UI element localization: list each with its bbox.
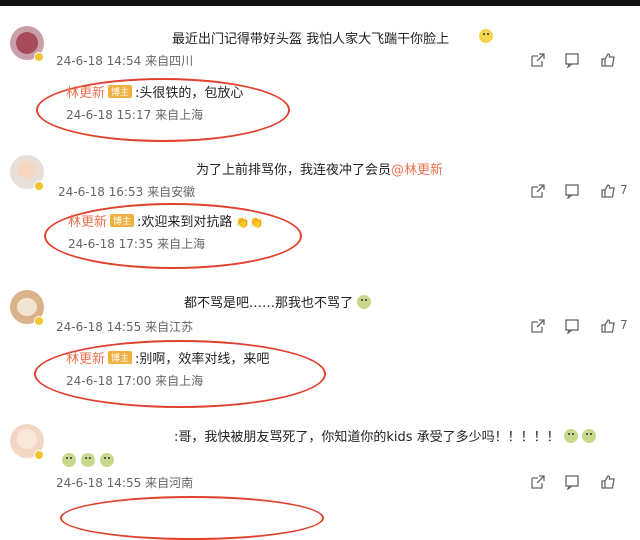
comment-text: 为了上前排骂你，我连夜冲了会员@林更新: [196, 163, 444, 178]
comment-actions: 7: [530, 318, 640, 338]
comment-location: 来自河南: [145, 476, 194, 490]
reply-meta: 24-6-18 17:35 来自上海: [68, 235, 263, 252]
sick-emoji-icon: [357, 295, 372, 309]
comment-item: :哥，我快被朋友骂死了，你知道你的kids 承受了多少吗！！！！！ 24-6-1…: [0, 414, 640, 540]
like-icon[interactable]: [600, 318, 616, 334]
reply-time: 24-6-18 17:35: [68, 237, 154, 251]
like-icon[interactable]: [600, 474, 616, 490]
sick-emoji-icon: [581, 429, 596, 443]
comment-actions: 7: [530, 183, 640, 203]
like-icon[interactable]: [600, 52, 616, 68]
author-tag: 博主: [108, 351, 133, 364]
mention-link[interactable]: @林更新: [391, 163, 443, 178]
comment-item: 最近出门记得带好头盔 我怕人家大飞踹干你脸上 24-6-18 14:54 来自四…: [0, 18, 640, 142]
comment-meta: 24-6-18 14:55 来自江苏: [56, 318, 193, 335]
share-icon[interactable]: [530, 183, 546, 199]
comment-actions: [530, 52, 640, 72]
comment-icon[interactable]: [564, 474, 580, 491]
comment-time: 24-6-18 16:53: [58, 185, 144, 199]
reply-location: 来自上海: [155, 374, 204, 388]
reply-author[interactable]: 林更新: [66, 352, 105, 367]
comment-meta: 24-6-18 14:54 来自四川: [56, 52, 193, 69]
reply-author[interactable]: 林更新: [66, 86, 105, 101]
verified-badge-icon: [34, 450, 44, 460]
reply-text: :别啊，效率对线，来吧: [135, 352, 270, 367]
reply-meta: 24-6-18 15:17 来自上海: [66, 106, 243, 123]
comment-icon[interactable]: [564, 52, 580, 69]
clap-emoji-icon: 👏👏: [232, 216, 264, 229]
comment-text: 最近出门记得带好头盔 我怕人家大飞踹干你脸上: [172, 32, 450, 47]
author-tag: 博主: [110, 214, 135, 227]
reply-time: 24-6-18 15:17: [66, 108, 152, 122]
sick-emoji-icon: [81, 453, 96, 467]
sick-emoji-icon: [100, 453, 115, 467]
share-icon[interactable]: [530, 318, 546, 334]
reply-text: :欢迎来到对抗路: [137, 215, 233, 230]
reply-location: 来自上海: [155, 108, 204, 122]
share-icon[interactable]: [530, 52, 546, 68]
comment-meta: 24-6-18 16:53 来自安徽: [58, 183, 195, 200]
comment-time: 24-6-18 14:54: [56, 54, 142, 68]
comment-location: 来自安徽: [147, 185, 196, 199]
comment-item: 都不骂是吧……那我也不骂了 24-6-18 14:55 来自江苏 7 林更新 博主…: [0, 282, 640, 408]
like-count: 7: [620, 183, 628, 197]
emoji-row: [62, 450, 115, 469]
comment-location: 来自江苏: [145, 320, 194, 334]
verified-badge-icon: [34, 52, 44, 62]
comment-location: 来自四川: [145, 54, 194, 68]
reply-block: 林更新 博主:欢迎来到对抗路 👏👏 24-6-18 17:35 来自上海: [68, 211, 263, 252]
comment-time: 24-6-18 14:55: [56, 476, 142, 490]
reply-block: 林更新 博主:头很铁的，包放心 24-6-18 15:17 来自上海: [66, 82, 243, 123]
author-tag: 博主: [108, 85, 133, 98]
share-icon[interactable]: [530, 474, 546, 490]
like-count: 7: [620, 318, 628, 332]
comment-time: 24-6-18 14:55: [56, 320, 142, 334]
sick-emoji-icon: [563, 429, 578, 443]
comment-item: 为了上前排骂你，我连夜冲了会员@林更新 24-6-18 16:53 来自安徽 7…: [0, 145, 640, 275]
top-bar: [0, 0, 640, 6]
reply-author[interactable]: 林更新: [68, 215, 107, 230]
reply-time: 24-6-18 17:00: [66, 374, 152, 388]
comment-icon[interactable]: [564, 318, 580, 335]
sick-emoji-icon: [62, 453, 76, 467]
verified-badge-icon: [34, 181, 44, 191]
smile-emoji-icon: [479, 29, 493, 43]
like-icon[interactable]: [600, 183, 616, 199]
comment-meta: 24-6-18 14:55 来自河南: [56, 474, 193, 491]
comment-text: 都不骂是吧……那我也不骂了: [184, 292, 372, 311]
reply-text: :头很铁的，包放心: [135, 86, 244, 101]
verified-badge-icon: [34, 316, 44, 326]
comment-text: :哥，我快被朋友骂死了，你知道你的kids 承受了多少吗！！！！！: [174, 426, 596, 445]
reply-block: 林更新 博主:别啊，效率对线，来吧 24-6-18 17:00 来自上海: [66, 348, 269, 389]
reply-meta: 24-6-18 17:00 来自上海: [66, 372, 269, 389]
comment-icon[interactable]: [564, 183, 580, 200]
reply-location: 来自上海: [157, 237, 206, 251]
comment-actions: [530, 474, 640, 494]
